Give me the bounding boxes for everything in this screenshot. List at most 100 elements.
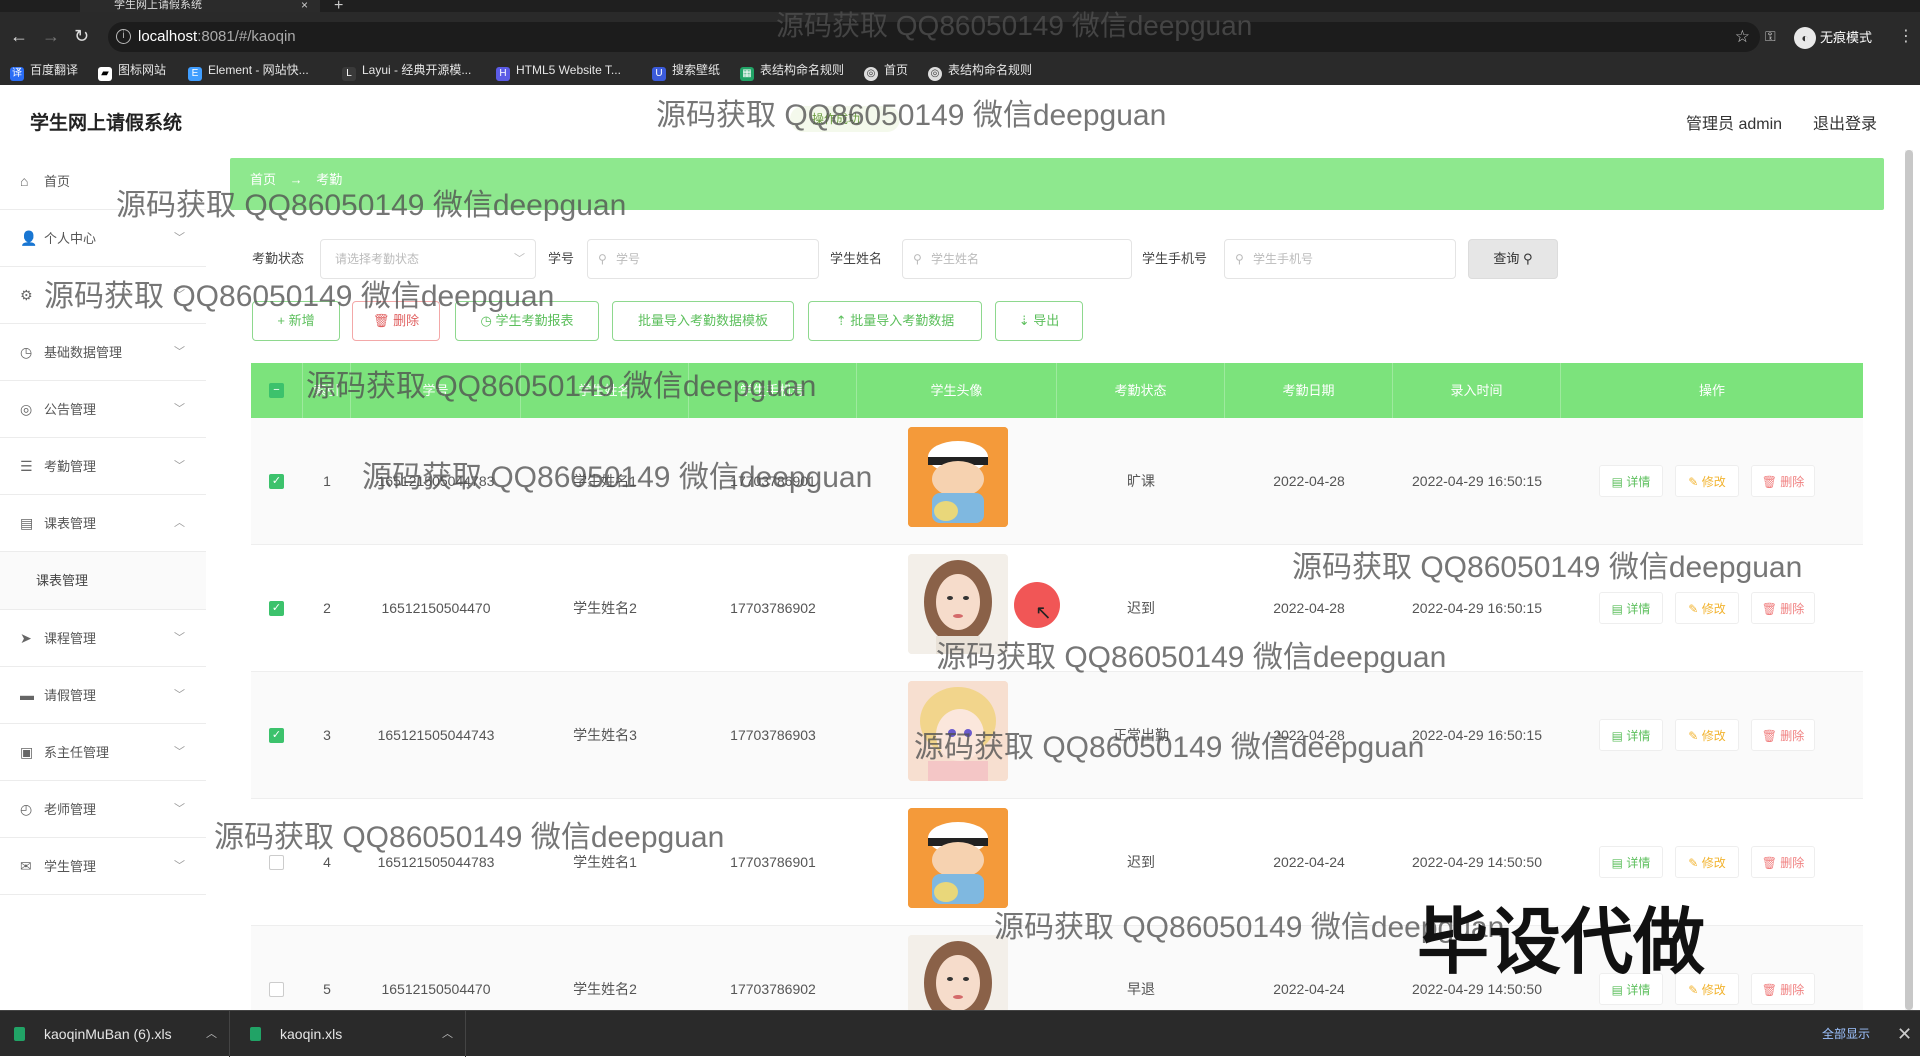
cell-index: 2 (323, 600, 331, 616)
cell-index: 3 (323, 727, 331, 743)
sidebar-item-attendance[interactable]: ☰ 考勤管理 ﹀ (0, 438, 206, 495)
sidebar-item-timetable[interactable]: ▤ 课表管理 ︿ (0, 495, 206, 552)
download-item[interactable]: kaoqinMuBan (6).xls ︿ (0, 1011, 230, 1057)
trash-icon: 🗑 (372, 313, 390, 328)
view-button[interactable]: ▤ 详情 (1599, 465, 1663, 497)
cell-xuehao: 165121505044743 (377, 727, 495, 743)
bookmark-item[interactable]: ▰ 图标网站 (98, 55, 166, 85)
delete-row-button[interactable]: 🗑 删除 (1751, 719, 1815, 751)
xuehao-input[interactable]: ⚲ 学号 (587, 239, 819, 279)
browser-tab[interactable]: 学生网上请假系统 × (80, 0, 320, 12)
sidebar-item-profile[interactable]: 👤 个人中心 ﹀ (0, 210, 206, 267)
incognito-indicator[interactable]: ◐ 无痕模式 (1794, 27, 1872, 49)
search-icon: ⚲ (913, 252, 922, 266)
header-phone[interactable]: 学生手机号 (689, 363, 857, 418)
view-button[interactable]: ▤ 详情 (1599, 592, 1663, 624)
batch-import-button[interactable]: ⇡ 批量导入考勤数据 (808, 301, 982, 341)
row-checkbox[interactable] (269, 982, 284, 997)
header-student-name[interactable]: 学生姓名 (521, 363, 689, 418)
import-template-button[interactable]: 批量导入考勤数据模板 (612, 301, 794, 341)
student-name-input[interactable]: ⚲ 学生姓名 (902, 239, 1132, 279)
sidebar-item-teacher[interactable]: ◴ 老师管理 ﹀ (0, 781, 206, 838)
back-icon[interactable]: ← (10, 26, 28, 46)
status-select[interactable]: 请选择考勤状态 ﹀ (320, 239, 536, 279)
file-icon: ▤ (1611, 729, 1627, 743)
sidebar-item-base-data[interactable]: ◷ 基础数据管理 ﹀ (0, 324, 206, 381)
edit-button[interactable]: ✎ 修改 (1675, 592, 1739, 624)
header-date[interactable]: 考勤日期 (1225, 363, 1393, 418)
download-bar: kaoqinMuBan (6).xls ︿ kaoqin.xls ︿ 全部显示 ✕ (0, 1010, 1920, 1057)
bookmark-item[interactable]: E Element - 网站快... (188, 55, 309, 85)
sidebar-item-settings[interactable]: ⚙ ﹀ (0, 267, 206, 324)
bookmark-item[interactable]: L Layui - 经典开源模... (342, 55, 471, 85)
sidebar-item-leave[interactable]: ▬ 请假管理 ﹀ (0, 667, 206, 724)
sidebar-item-notice[interactable]: ◎ 公告管理 ﹀ (0, 381, 206, 438)
show-all-downloads[interactable]: 全部显示 (1822, 1011, 1870, 1057)
bookmark-item[interactable]: 译百度翻译 (10, 55, 78, 85)
bookmark-item[interactable]: ◎ 首页 (864, 55, 908, 85)
pencil-icon: ✎ (1688, 602, 1702, 616)
browser-menu-icon[interactable]: ⋮ (1898, 26, 1914, 46)
header-status[interactable]: 考勤状态 (1057, 363, 1225, 418)
delete-row-button[interactable]: 🗑 删除 (1751, 846, 1815, 878)
breadcrumb-home[interactable]: 首页 (250, 172, 276, 187)
forward-icon[interactable]: → (42, 26, 60, 46)
cell-phone: 17703786903 (730, 727, 816, 743)
attendance-report-button[interactable]: ◷ 学生考勤报表 (455, 301, 599, 341)
row-checkbox[interactable]: ✓ (269, 728, 284, 743)
cell-date: 2022-04-24 (1273, 981, 1345, 997)
select-all-checkbox[interactable]: − (269, 383, 284, 398)
send-icon: ➤ (20, 630, 32, 646)
reload-icon[interactable]: ↻ (74, 26, 89, 46)
add-button[interactable]: + 新增 (252, 301, 340, 341)
view-button[interactable]: ▤ 详情 (1599, 719, 1663, 751)
phone-label: 学生手机号 (1142, 251, 1208, 266)
header-avatar[interactable]: 学生头像 (857, 363, 1057, 418)
delete-button[interactable]: 🗑 删除 (352, 301, 440, 341)
delete-row-button[interactable]: 🗑 删除 (1751, 973, 1815, 1005)
chevron-up-icon[interactable]: ︿ (206, 1011, 217, 1057)
delete-row-button[interactable]: 🗑 删除 (1751, 465, 1815, 497)
sidebar-item-student[interactable]: ✉ 学生管理 ﹀ (0, 838, 206, 895)
sidebar-item-dean[interactable]: ▣ 系主任管理 ﹀ (0, 724, 206, 781)
cell-xuehao: 16512150504470 (381, 981, 491, 997)
bookmark-star-icon[interactable]: ☆ (1735, 22, 1750, 52)
clock-icon: ◷ (20, 344, 33, 360)
download-item[interactable]: kaoqin.xls ︿ (236, 1011, 466, 1057)
student-avatar (908, 808, 1008, 908)
cell-status: 迟到 (1127, 854, 1155, 870)
bookmark-item[interactable]: H HTML5 Website T... (496, 55, 621, 85)
sidebar-subitem-timetable[interactable]: 课表管理 (0, 552, 206, 610)
bookmark-item[interactable]: ◎ 表结构命名规则 (928, 55, 1032, 85)
page-scrollbar[interactable] (1905, 150, 1913, 1010)
row-checkbox[interactable]: ✓ (269, 474, 284, 489)
row-checkbox[interactable] (269, 855, 284, 870)
export-button[interactable]: ⇣ 导出 (995, 301, 1083, 341)
success-toast: 操作成功 (790, 106, 900, 132)
phone-input[interactable]: ⚲ 学生手机号 (1224, 239, 1456, 279)
edit-button[interactable]: ✎ 修改 (1675, 465, 1739, 497)
edit-button[interactable]: ✎ 修改 (1675, 846, 1739, 878)
logout-link[interactable]: 退出登录 (1813, 110, 1877, 134)
bookmark-item[interactable]: ▦ 表结构命名规则 (740, 55, 844, 85)
tab-close-icon[interactable]: × (301, 0, 308, 11)
query-button[interactable]: 查询 ⚲ (1468, 239, 1558, 279)
chevron-up-icon[interactable]: ︿ (442, 1011, 453, 1057)
student-avatar (908, 554, 1008, 654)
pencil-icon: ✎ (1688, 475, 1702, 489)
row-checkbox[interactable]: ✓ (269, 601, 284, 616)
info-icon[interactable]: i (116, 29, 131, 44)
edit-button[interactable]: ✎ 修改 (1675, 719, 1739, 751)
header-index[interactable]: 索引 (303, 363, 351, 418)
close-icon[interactable]: ✕ (1897, 1011, 1912, 1057)
sidebar-item-home[interactable]: ⌂ 首页 (0, 153, 206, 210)
scroll-thumb[interactable] (1905, 150, 1913, 1010)
sidebar-item-course[interactable]: ➤ 课程管理 ﹀ (0, 610, 206, 667)
view-button[interactable]: ▤ 详情 (1599, 846, 1663, 878)
header-xuehao[interactable]: 学号 (351, 363, 521, 418)
url-input[interactable]: i localhost:8081/#/kaoqin ☆ (108, 22, 1760, 52)
bookmark-item[interactable]: U 搜索壁纸 (652, 55, 720, 85)
delete-row-button[interactable]: 🗑 删除 (1751, 592, 1815, 624)
key-icon[interactable]: ⚿ (1765, 28, 1776, 45)
header-entry-time[interactable]: 录入时间 (1393, 363, 1561, 418)
